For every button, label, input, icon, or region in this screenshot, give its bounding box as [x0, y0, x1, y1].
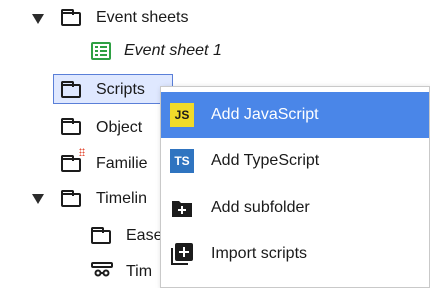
families-folder-icon [61, 155, 81, 172]
tree-item-families[interactable]: Familie [96, 154, 148, 174]
menu-item-import-scripts[interactable]: Import scripts [161, 231, 429, 277]
families-badge-icon [79, 148, 85, 156]
timeline-icon [91, 262, 113, 278]
add-folder-icon [170, 196, 194, 220]
tree-item-tim[interactable]: Tim [126, 262, 152, 282]
menu-item-add-subfolder[interactable]: Add subfolder [161, 185, 429, 231]
folder-icon [61, 190, 81, 207]
folder-icon [91, 227, 111, 244]
menu-item-label: Add TypeScript [211, 152, 320, 169]
menu-item-label: Import scripts [211, 245, 308, 262]
tree-item-scripts[interactable]: Scripts [96, 80, 145, 100]
typescript-icon: TS [170, 149, 194, 173]
tree-item-timelines[interactable]: Timelin [96, 189, 147, 209]
context-menu: JS Add JavaScript TS Add TypeScript Add … [160, 86, 430, 288]
tree-item-object-types[interactable]: Object [96, 118, 142, 138]
folder-icon [61, 9, 81, 26]
folder-icon [61, 81, 81, 98]
javascript-icon: JS [170, 103, 194, 127]
menu-item-add-javascript[interactable]: JS Add JavaScript [161, 92, 429, 138]
expand-arrow-icon[interactable] [32, 14, 44, 24]
expand-arrow-icon[interactable] [32, 194, 44, 204]
tree-item-event-sheets[interactable]: Event sheets [96, 8, 189, 28]
menu-item-add-typescript[interactable]: TS Add TypeScript [161, 138, 429, 184]
event-sheet-icon [91, 42, 111, 60]
tree-item-ease[interactable]: Ease [126, 226, 162, 246]
tree-item-event-sheet-1[interactable]: Event sheet 1 [124, 41, 222, 61]
menu-item-label: Add subfolder [211, 199, 310, 216]
folder-icon [61, 118, 81, 135]
menu-item-label: Add JavaScript [211, 106, 319, 123]
import-icon [170, 242, 194, 266]
